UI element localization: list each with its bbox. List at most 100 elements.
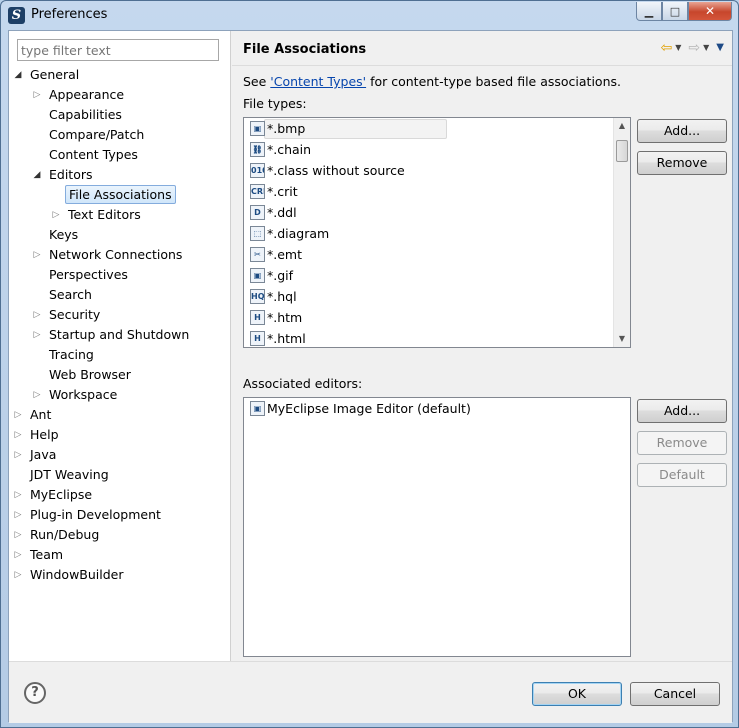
caption-buttons: ▁ □ ✕ — [636, 2, 732, 21]
collapsed-arrow-icon[interactable]: ▷ — [13, 545, 23, 565]
remove-editor-button[interactable]: Remove — [637, 431, 727, 455]
chain-file-icon: ⛓ — [250, 142, 265, 157]
default-editor-button[interactable]: Default — [637, 463, 727, 487]
tree-item[interactable]: Content Types — [9, 145, 231, 165]
tree-item-label: Network Connections — [49, 247, 183, 262]
collapsed-arrow-icon[interactable]: ▷ — [32, 245, 42, 265]
tree-item[interactable]: ◢ Editors — [9, 165, 231, 185]
filter-input[interactable] — [17, 39, 219, 61]
back-arrow-icon[interactable]: ⇦ — [661, 41, 673, 55]
emt-file-icon: ✂ — [250, 247, 265, 262]
collapsed-arrow-icon[interactable]: ▷ — [32, 85, 42, 105]
tree-item[interactable]: Web Browser — [9, 365, 231, 385]
preferences-window: S Preferences ▁ □ ✕ ◢ General ▷ Appearance C… — [0, 0, 739, 728]
scroll-down-icon[interactable]: ▼ — [614, 331, 630, 347]
list-item[interactable]: ▣ *.gif — [244, 265, 630, 286]
list-item[interactable]: ⬚ *.diagram — [244, 223, 630, 244]
tree-item[interactable]: JDT Weaving — [9, 465, 231, 485]
collapsed-arrow-icon[interactable]: ▷ — [13, 525, 23, 545]
collapsed-arrow-icon[interactable]: ▷ — [32, 385, 42, 405]
list-item-label: *.chain — [267, 142, 312, 157]
forward-arrow-icon[interactable]: ⇨ — [688, 41, 700, 55]
preference-tree-pane: ◢ General ▷ Appearance Capabilities Compare/P… — [9, 31, 231, 661]
tree-item[interactable]: File Associations — [9, 185, 231, 205]
list-item[interactable]: ⛓ *.chain — [244, 139, 630, 160]
tree-item[interactable]: ▷ WindowBuilder — [9, 565, 231, 585]
list-item-label: *.gif — [267, 268, 294, 283]
collapsed-arrow-icon[interactable]: ▷ — [13, 405, 23, 425]
tree-item-label: Keys — [49, 227, 79, 242]
minimize-icon: ▁ — [644, 4, 654, 18]
tree-item[interactable]: ▷ Network Connections — [9, 245, 231, 265]
collapsed-arrow-icon[interactable]: ▷ — [32, 305, 42, 325]
tree-item[interactable]: ▷ Run/Debug — [9, 525, 231, 545]
view-menu-icon[interactable]: ▼ — [716, 41, 724, 55]
tree-item[interactable]: ▷ Java — [9, 445, 231, 465]
tree-item[interactable]: Keys — [9, 225, 231, 245]
hint-suffix: for content-type based file associations… — [366, 74, 621, 89]
image-file-icon: ▣ — [250, 121, 265, 136]
collapsed-arrow-icon[interactable]: ▷ — [13, 425, 23, 445]
tree-item[interactable]: ▷ Startup and Shutdown — [9, 325, 231, 345]
tree-item[interactable]: ▷ Text Editors — [9, 205, 231, 225]
help-icon[interactable]: ? — [24, 682, 46, 704]
list-item[interactable]: ▣ *.bmp — [244, 118, 630, 139]
scroll-up-icon[interactable]: ▲ — [614, 118, 630, 134]
tree-item[interactable]: ▷ Plug-in Development — [9, 505, 231, 525]
content-types-link[interactable]: 'Content Types' — [270, 74, 366, 89]
tree-item-label: File Associations — [65, 185, 176, 204]
list-item[interactable]: 010*.class without source — [244, 160, 630, 181]
tree-item[interactable]: ▷ Security — [9, 305, 231, 325]
tree-item-label: Web Browser — [49, 367, 131, 382]
crit-file-icon: CRI — [250, 184, 265, 199]
add-file-type-button[interactable]: Add... — [637, 119, 727, 143]
tree-item[interactable]: ▷ Ant — [9, 405, 231, 425]
list-item[interactable]: ✂ *.emt — [244, 244, 630, 265]
tree-item[interactable]: Tracing — [9, 345, 231, 365]
tree-item[interactable]: Perspectives — [9, 265, 231, 285]
list-item[interactable]: H *.htm — [244, 307, 630, 328]
tree-item[interactable]: Compare/Patch — [9, 125, 231, 145]
title-bar[interactable]: S Preferences ▁ □ ✕ — [1, 1, 738, 29]
tree-item[interactable]: ▷ Workspace — [9, 385, 231, 405]
tree-item-label: Editors — [49, 167, 93, 182]
maximize-button[interactable]: □ — [662, 2, 688, 21]
collapsed-arrow-icon[interactable]: ▷ — [13, 445, 23, 465]
page-navigation: ⇦ ▼ ⇨ ▼ ▼ — [661, 41, 724, 55]
associated-editors-label: Associated editors: — [243, 376, 363, 391]
forward-dropdown-icon[interactable]: ▼ — [703, 41, 709, 55]
tree-item[interactable]: ▷ MyEclipse — [9, 485, 231, 505]
list-item[interactable]: HQL*.hql — [244, 286, 630, 307]
back-dropdown-icon[interactable]: ▼ — [675, 41, 681, 55]
tree-item[interactable]: Capabilities — [9, 105, 231, 125]
close-icon: ✕ — [704, 4, 716, 18]
close-button[interactable]: ✕ — [688, 2, 732, 21]
tree-item-label: Compare/Patch — [49, 127, 145, 142]
tree-item[interactable]: Search — [9, 285, 231, 305]
file-types-items: ▣*.bmp⛓*.chain010*.class without sourceC… — [244, 118, 630, 347]
remove-file-type-button[interactable]: Remove — [637, 151, 727, 175]
list-item[interactable]: CRI *.crit — [244, 181, 630, 202]
collapsed-arrow-icon[interactable]: ▷ — [32, 325, 42, 345]
collapsed-arrow-icon[interactable]: ▷ — [51, 205, 61, 225]
expanded-arrow-icon[interactable]: ◢ — [13, 65, 23, 85]
tree-item[interactable]: ▷ Help — [9, 425, 231, 445]
tree-item[interactable]: ◢ General — [9, 65, 231, 85]
collapsed-arrow-icon[interactable]: ▷ — [13, 565, 23, 585]
ok-button[interactable]: OK — [532, 682, 622, 706]
tree-item[interactable]: ▷ Team — [9, 545, 231, 565]
list-item[interactable]: H *.html — [244, 328, 630, 347]
tree-item[interactable]: ▷ Appearance — [9, 85, 231, 105]
associated-editors-list[interactable]: ▣ MyEclipse Image Editor (default) — [243, 397, 631, 657]
minimize-button[interactable]: ▁ — [636, 2, 662, 21]
file-types-scrollbar[interactable]: ▲ ▼ — [613, 118, 630, 347]
scroll-thumb[interactable] — [616, 140, 628, 162]
collapsed-arrow-icon[interactable]: ▷ — [13, 505, 23, 525]
list-item[interactable]: D *.ddl — [244, 202, 630, 223]
file-types-list[interactable]: ▣*.bmp⛓*.chain010*.class without sourceC… — [243, 117, 631, 348]
list-item[interactable]: ▣ MyEclipse Image Editor (default) — [244, 398, 630, 419]
expanded-arrow-icon[interactable]: ◢ — [32, 165, 42, 185]
add-editor-button[interactable]: Add... — [637, 399, 727, 423]
cancel-button[interactable]: Cancel — [630, 682, 720, 706]
collapsed-arrow-icon[interactable]: ▷ — [13, 485, 23, 505]
